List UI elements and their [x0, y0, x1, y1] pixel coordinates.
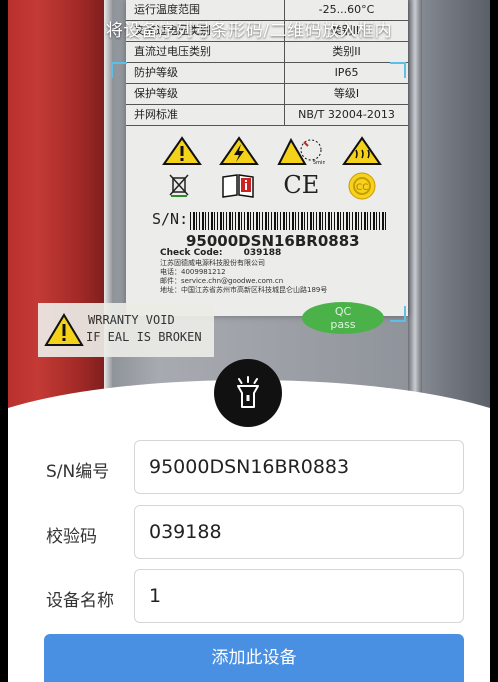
manual-icon [221, 174, 254, 198]
hot-surface-icon [342, 136, 382, 165]
nameplate-check-code: Check Code: 039188 [160, 248, 281, 258]
sn-input[interactable]: 95000DSN16BR0883 [134, 440, 464, 494]
spec-row: 直流过电压类别 类别II [126, 42, 408, 63]
sn-label: S/N编号 [46, 462, 110, 482]
warning-triangle-icon [162, 136, 202, 165]
qc-line-2: pass [330, 318, 356, 331]
company-line: 邮件：service.chn@goodwe.com.cn [160, 277, 284, 285]
svg-text:CC: CC [356, 183, 369, 193]
device-frame-edge-right [408, 0, 422, 440]
flashlight-icon [237, 376, 259, 408]
warning-icons: 5min [162, 136, 382, 166]
app-screen: 运行温度范围 -25...60°C 交流过电压类别 类别III 直流过电压类别 类别I… [8, 0, 490, 682]
spec-key: 并网标准 [126, 105, 285, 125]
serial-barcode [190, 212, 388, 230]
warning-triangle-icon [44, 313, 84, 346]
spec-value: 类别II [332, 45, 361, 58]
check-code-label: Check Code: [160, 248, 223, 258]
qc-pass-sticker: QC pass [302, 302, 384, 334]
spec-value: NB/T 32004-2013 [298, 108, 395, 121]
device-name-input[interactable]: 1 [134, 569, 464, 623]
spec-value: 等级I [333, 87, 360, 100]
warranty-line-2: IF EAL IS BROKEN [86, 330, 202, 344]
certification-icons: CE CC [166, 172, 376, 200]
warranty-sticker: WRRANTY VOID IF EAL IS BROKEN [38, 303, 214, 357]
scan-frame-corner-br [390, 306, 406, 322]
scan-frame-corner-tr [390, 62, 406, 78]
check-code-input[interactable]: 039188 [134, 505, 464, 559]
company-line: 电话：4009981212 [160, 268, 226, 276]
spec-key: 防护等级 [126, 63, 285, 83]
check-code-value: 039188 [243, 248, 282, 258]
weee-bin-icon [169, 174, 189, 197]
ccc-certification-icon: CC [348, 172, 376, 200]
ce-mark-icon: CE [283, 171, 320, 199]
spec-key: 直流过电压类别 [126, 42, 285, 62]
flashlight-button[interactable] [214, 359, 282, 427]
device-name-label: 设备名称 [46, 591, 114, 611]
wait-time-label: 5min [313, 160, 325, 166]
qc-line-1: QC [334, 305, 352, 318]
wait-time-icon: 5min [277, 137, 325, 166]
scan-frame-corner-tl [111, 62, 127, 78]
company-line: 江苏固德威电源科技股份有限公司 [160, 259, 265, 267]
add-device-button[interactable]: 添加此设备 [44, 634, 464, 682]
spec-row: 防护等级 IP65 [126, 63, 408, 84]
spec-row: 并网标准 NB/T 32004-2013 [126, 105, 408, 126]
device-nameplate: 运行温度范围 -25...60°C 交流过电压类别 类别III 直流过电压类别 类别I… [126, 0, 408, 316]
check-code-form-label: 校验码 [46, 527, 97, 547]
spec-row: 保护等级 等级I [126, 84, 408, 105]
device-name-row: 设备名称 1 [8, 569, 490, 625]
scan-hint: 将设备序列号条形码/二维码放入框内 [105, 21, 393, 41]
warranty-line-1: WRRANTY VOID [88, 313, 175, 327]
sn-row: S/N编号 95000DSN16BR0883 [8, 440, 490, 496]
company-line: 地址：中国江苏省苏州市高新区科技城昆仑山路189号 [160, 286, 328, 294]
company-info: 江苏固德威电源科技股份有限公司 电话：4009981212 邮件：service… [160, 259, 327, 295]
spec-key: 保护等级 [126, 84, 285, 104]
check-code-row: 校验码 039188 [8, 505, 490, 561]
nameplate-sn-prefix: S/N: [152, 210, 189, 228]
high-voltage-icon [219, 136, 260, 165]
